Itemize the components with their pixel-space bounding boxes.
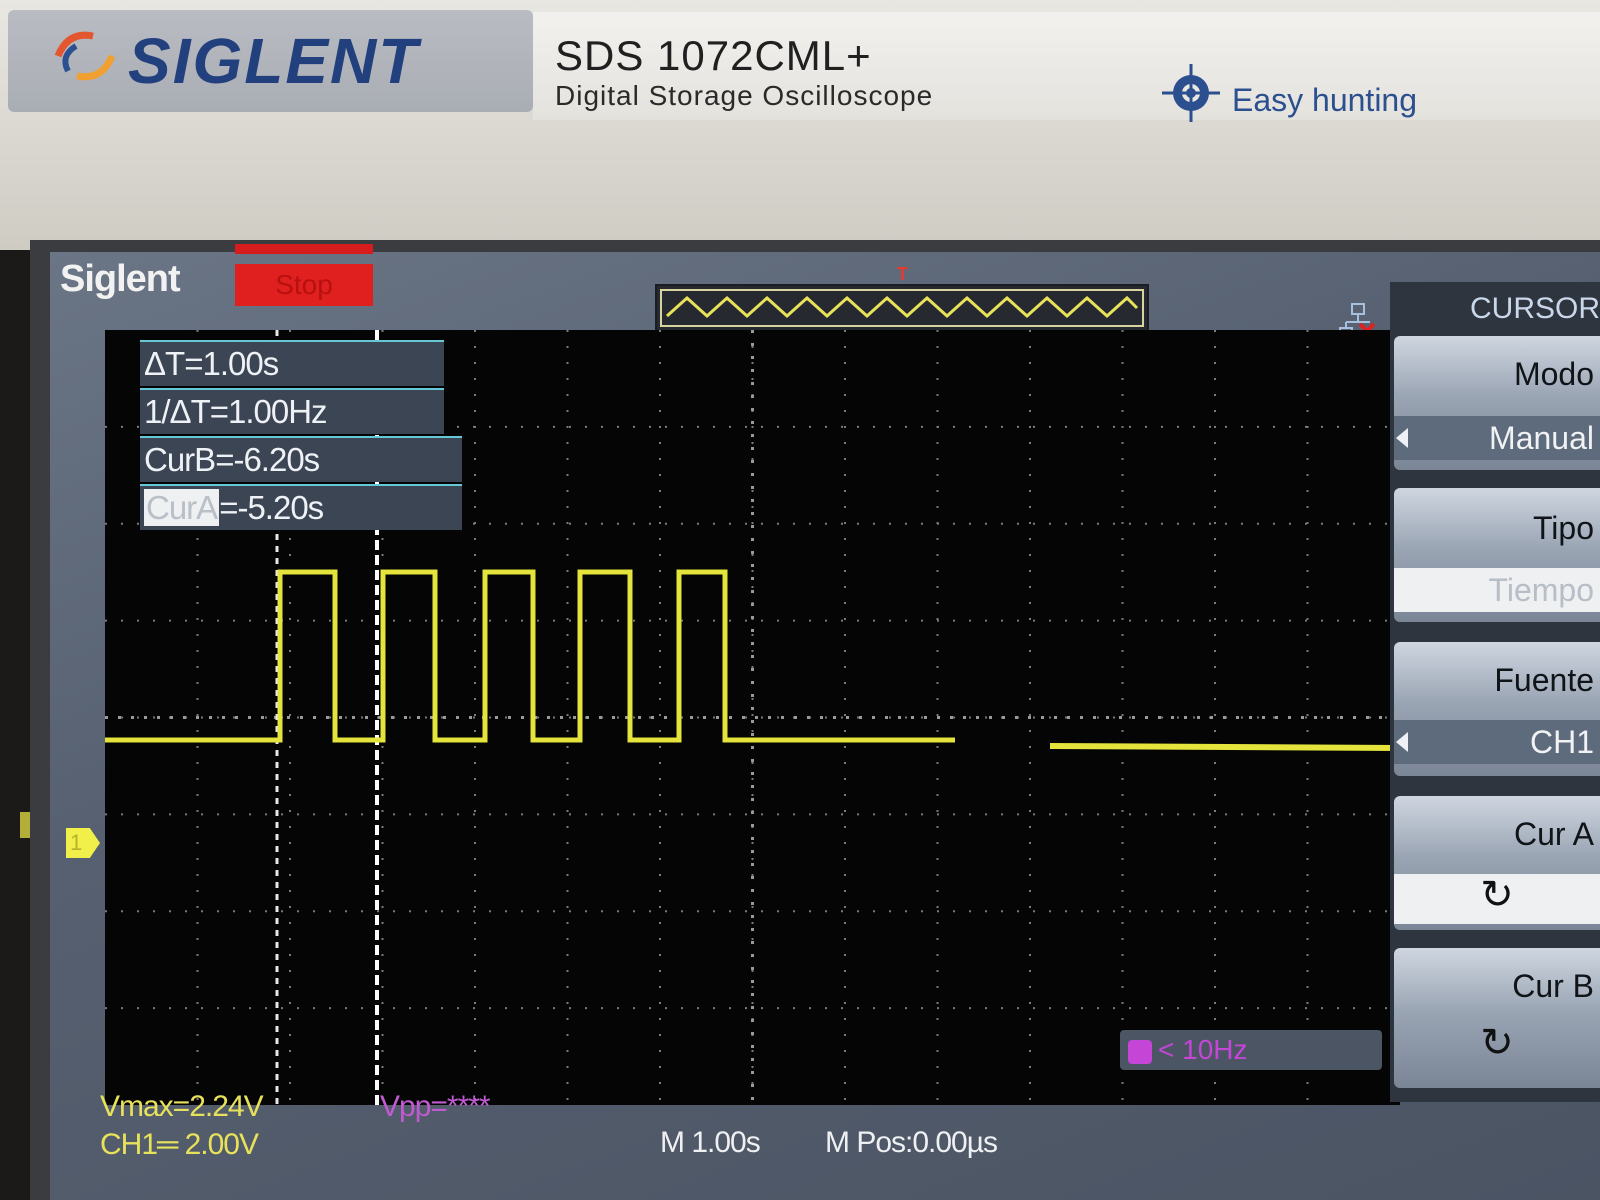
model-name: SDS 1072CML+ bbox=[555, 32, 872, 79]
vmax-readout: Vmax=2.24V bbox=[100, 1090, 264, 1123]
cursor-b-menu-label: Cur B bbox=[1512, 968, 1594, 1004]
horizontal-position-readout: M Pos:0.00µs bbox=[825, 1126, 998, 1159]
trigger-source-icon bbox=[1128, 1039, 1152, 1064]
menu-title: CURSOR bbox=[1469, 292, 1600, 325]
inverse-delta-t-readout: 1/ΔT=1.00Hz bbox=[140, 388, 444, 434]
cursor-a-label: CurA bbox=[144, 489, 220, 526]
siglent-logo-icon bbox=[54, 31, 116, 81]
rotate-knob-icon: ↻ bbox=[1480, 873, 1514, 917]
trigger-position-marker: T bbox=[897, 264, 908, 284]
ch1-scale-readout: CH1═ 2.00V bbox=[100, 1128, 259, 1161]
ch1-side-marker bbox=[20, 812, 30, 838]
mode-label: Modo bbox=[1513, 356, 1594, 392]
type-label: Tipo bbox=[1532, 510, 1594, 546]
brand-logo-text: SIGLENT bbox=[128, 25, 420, 97]
mode-arrow-icon bbox=[1396, 428, 1408, 448]
rotate-knob-icon: ↻ bbox=[1480, 1021, 1514, 1065]
tagline: Easy hunting bbox=[1232, 82, 1418, 118]
cursor-a-menu-label: Cur A bbox=[1513, 816, 1594, 852]
crosshair-icon bbox=[1162, 64, 1220, 122]
model-description: Digital Storage Oscilloscope bbox=[555, 80, 934, 111]
cursor-b-label: CurB bbox=[144, 441, 216, 478]
screen-logo: Siglent bbox=[60, 258, 181, 300]
cursor-b-readout: CurB=-6.20s bbox=[140, 436, 462, 482]
ch1-waveform-tail bbox=[1049, 743, 1400, 751]
cursor-a-value: =-5.20s bbox=[219, 489, 324, 526]
ch1-waveform bbox=[105, 569, 955, 743]
run-state-badge: Stop bbox=[235, 264, 373, 306]
cursor-a-readout: CurA=-5.20s bbox=[140, 484, 462, 530]
source-value: CH1 bbox=[1394, 720, 1600, 764]
timebase-readout: M 1.00s bbox=[660, 1126, 761, 1159]
type-value: Tiempo bbox=[1394, 568, 1600, 612]
cursor-b-value: =-6.20s bbox=[215, 441, 320, 478]
run-indicator-strip bbox=[235, 244, 373, 254]
frequency-readout: < 10Hz bbox=[1120, 1030, 1382, 1070]
frequency-value: < 10Hz bbox=[1158, 1034, 1248, 1065]
vpp-readout: Vpp=**** bbox=[380, 1090, 491, 1123]
mode-value: Manual bbox=[1394, 416, 1600, 460]
delta-t-readout: ΔT=1.00s bbox=[140, 340, 444, 386]
source-label: Fuente bbox=[1494, 662, 1594, 698]
memory-overview-bar bbox=[655, 284, 1149, 332]
memory-waveform bbox=[660, 289, 1144, 327]
source-arrow-icon bbox=[1396, 732, 1408, 752]
